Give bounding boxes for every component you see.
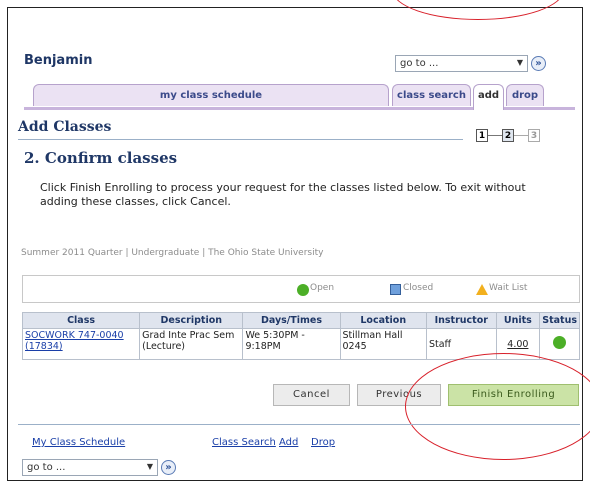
step-2-indicator: 2 (502, 129, 514, 142)
instructions-text: Click Finish Enrolling to process your r… (40, 181, 526, 208)
location-room: 0245 (342, 341, 367, 352)
legend-wait-list-label: Wait List (489, 283, 528, 293)
dropdown-arrow-icon: ▼ (146, 462, 153, 471)
footer-link-add[interactable]: Add (279, 437, 298, 448)
page-title: Add Classes (18, 119, 112, 135)
step-1-indicator: 1 (476, 129, 488, 142)
wait-list-status-icon (476, 284, 488, 295)
class-cell[interactable]: SOCWORK 747-0040 (17834) (21, 328, 141, 360)
column-header: Status (539, 312, 580, 329)
column-header: Days/Times (242, 312, 341, 329)
goto-select-value: go to ... (400, 58, 439, 69)
location-cell: Stillman Hall 0245 (339, 328, 427, 360)
table-header-row: Class Description Days/Times Location In… (21, 312, 580, 329)
goto-select-value: go to ... (27, 462, 66, 473)
open-status-icon (297, 284, 309, 296)
term-info: Summer 2011 Quarter | Undergraduate | Th… (21, 248, 324, 258)
cancel-button[interactable]: Cancel (273, 384, 350, 406)
tab-drop[interactable]: drop (506, 84, 544, 106)
footer-link-drop[interactable]: Drop (311, 437, 335, 448)
dropdown-arrow-icon: ▼ (516, 58, 523, 67)
title-divider (18, 139, 463, 140)
units-text: 4.00 (507, 338, 529, 350)
legend-open-label: Open (310, 283, 335, 293)
goto-select-top[interactable]: go to ... ▼ (395, 55, 528, 72)
tab-class-search[interactable]: class search (392, 84, 471, 106)
footer-link-my-class-schedule[interactable]: My Class Schedule (32, 437, 125, 448)
class-link[interactable]: SOCWORK 747-0040 (25, 330, 124, 341)
annotation-circle-bottom (405, 353, 590, 460)
column-header: Units (495, 312, 541, 329)
footer-divider (18, 424, 580, 425)
column-header: Instructor (425, 312, 497, 329)
open-status-icon (553, 336, 567, 349)
go-button-bottom[interactable]: » (161, 460, 176, 475)
step-connector (514, 135, 528, 136)
footer-link-class-search[interactable]: Class Search (212, 437, 276, 448)
description-text: Grad Inte Prac Sem (142, 330, 235, 341)
days-times-end: 9:18PM (245, 341, 281, 352)
step-connector (488, 135, 502, 136)
instructor-text: Staff (428, 338, 452, 350)
closed-status-icon (390, 284, 401, 295)
component-text: (Lecture) (142, 341, 186, 352)
tab-add[interactable]: add (473, 84, 504, 110)
column-header: Location (339, 312, 427, 329)
column-header: Description (139, 312, 244, 329)
go-button-top[interactable]: » (531, 56, 546, 71)
days-times-start: We 5:30PM - (245, 330, 305, 341)
status-cell (539, 328, 580, 360)
column-header: Class (21, 312, 141, 329)
days-times-cell: We 5:30PM - 9:18PM (242, 328, 341, 360)
class-number-link[interactable]: (17834) (25, 341, 63, 352)
step-3-indicator: 3 (528, 129, 540, 142)
section-heading: 2. Confirm classes (24, 149, 178, 167)
location-building: Stillman Hall (342, 330, 403, 341)
student-name: Benjamin (24, 53, 93, 68)
description-cell: Grad Inte Prac Sem (Lecture) (139, 328, 244, 360)
goto-select-bottom[interactable]: go to ... ▼ (22, 459, 158, 476)
legend-closed-label: Closed (403, 283, 434, 293)
tab-my-class-schedule[interactable]: my class schedule (33, 84, 389, 106)
